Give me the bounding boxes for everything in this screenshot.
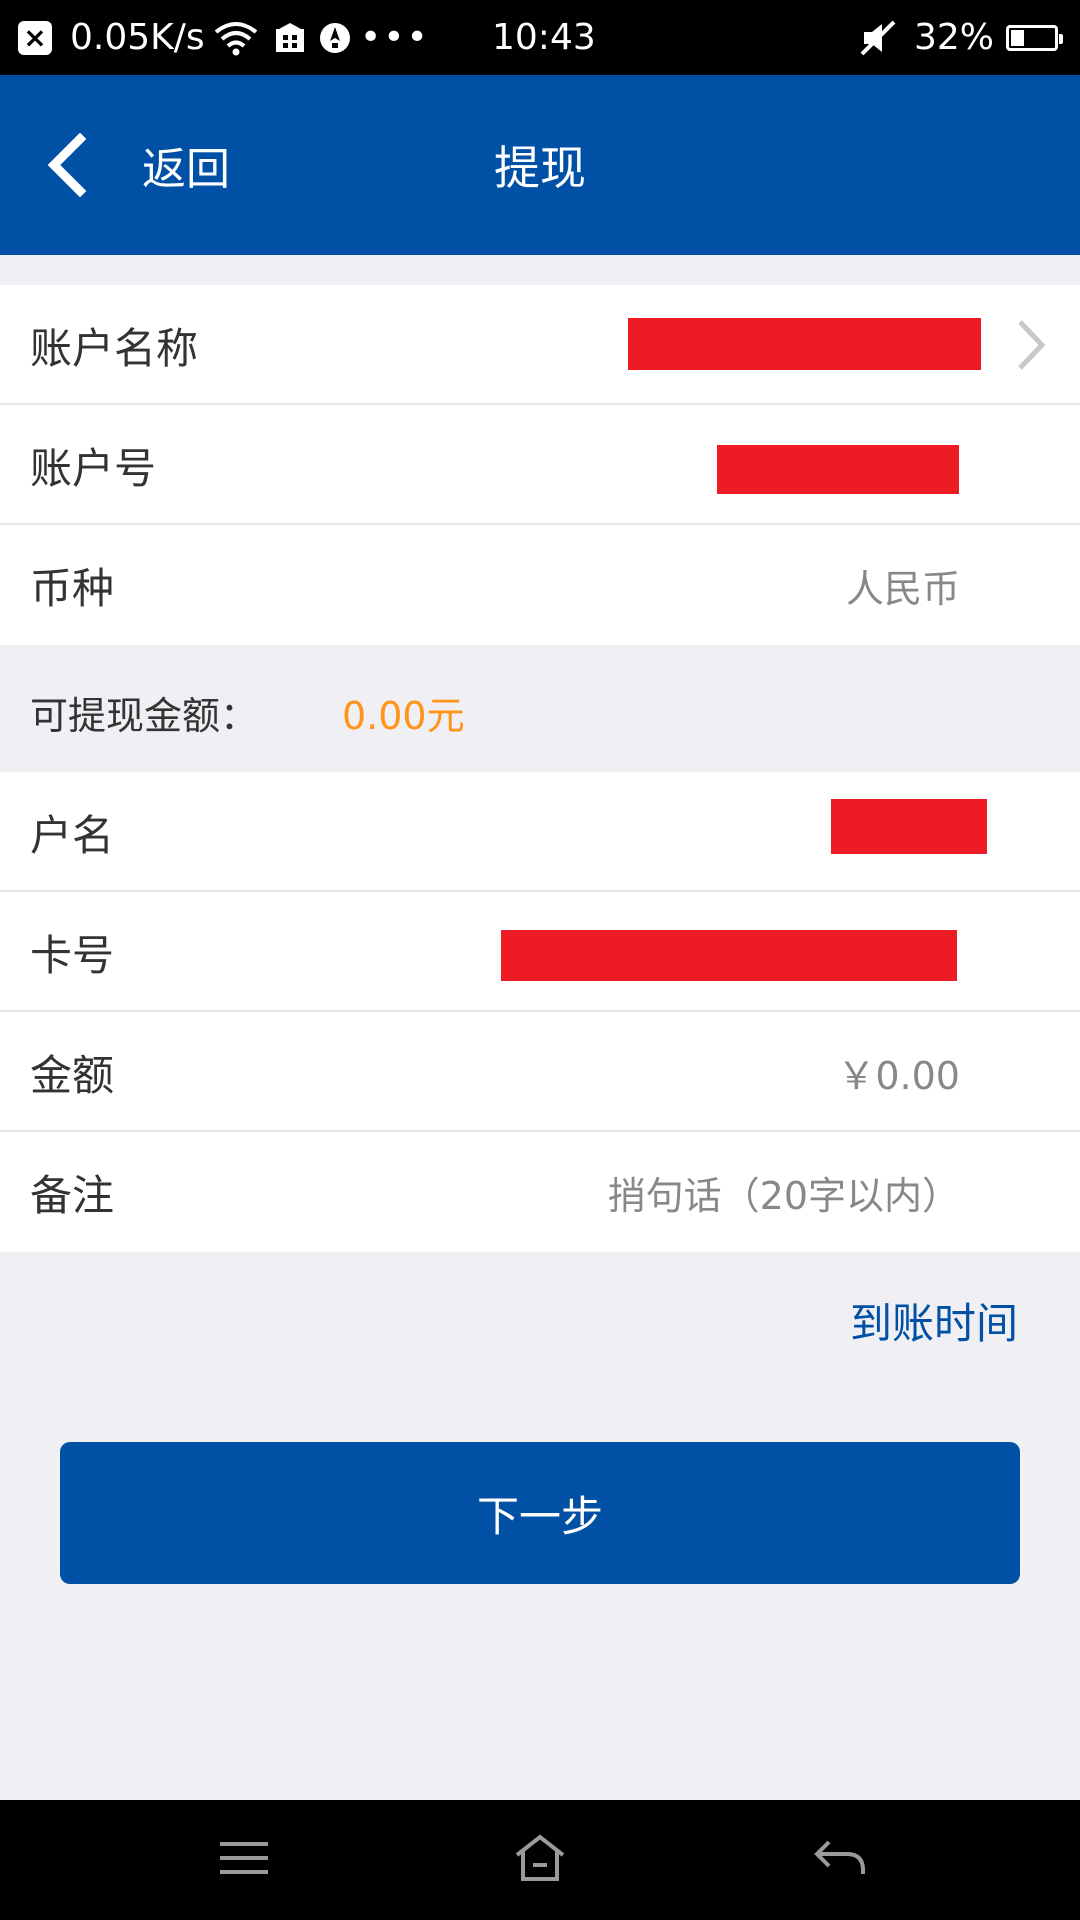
redacted-holder-name (831, 799, 987, 854)
holder-name-row: 户名 (0, 772, 1080, 892)
account-name-label: 账户名称 (30, 323, 199, 373)
card-number-row: 卡号 (0, 892, 1080, 1012)
redacted-card-number (501, 930, 957, 981)
mute-icon (858, 0, 898, 75)
wifi-icon (212, 0, 260, 75)
account-number-row: 账户号 (0, 405, 1080, 525)
home-icon (513, 1833, 567, 1887)
battery-fill (1011, 29, 1024, 46)
store-icon (273, 0, 307, 75)
more-icon: ••• (360, 17, 430, 58)
menu-button[interactable] (184, 1800, 304, 1920)
clock: 10:43 (492, 17, 596, 58)
account-number-label: 账户号 (30, 443, 157, 493)
redacted-account-name (628, 318, 981, 370)
available-balance-label: 可提现金额： (30, 693, 259, 738)
arrival-time-link[interactable]: 到账时间 (850, 1290, 1018, 1350)
available-balance-amount: 0.00元 (342, 693, 465, 738)
status-bar: × 0.05K/s ••• 10:43 32% (0, 0, 1080, 75)
battery-percent: 32% (914, 17, 995, 58)
currency-value: 人民币 (845, 566, 960, 611)
notification-icon (318, 0, 352, 75)
back-nav-button[interactable] (780, 1800, 900, 1920)
redacted-account-number (717, 445, 959, 494)
chevron-right-icon (1006, 285, 1056, 405)
system-nav-bar (0, 1800, 1080, 1920)
back-arrow-icon (813, 1838, 867, 1882)
home-button[interactable] (480, 1800, 600, 1920)
remark-label: 备注 (30, 1170, 115, 1220)
next-step-button[interactable]: 下一步 (60, 1442, 1020, 1584)
account-name-row[interactable]: 账户名称 (0, 285, 1080, 405)
battery-icon (1006, 0, 1063, 75)
page-title: 提现 (494, 141, 586, 195)
network-speed: 0.05K/s (70, 17, 205, 58)
nav-bar: 返回 提现 (0, 75, 1080, 255)
amount-label: 金额 (30, 1050, 115, 1100)
holder-name-label: 户名 (30, 810, 115, 860)
currency-row: 币种 人民币 (0, 525, 1080, 645)
amount-row[interactable]: 金额 ￥0.00 (0, 1012, 1080, 1132)
currency-label: 币种 (30, 563, 115, 613)
card-number-label: 卡号 (30, 930, 115, 980)
available-balance: 可提现金额： 0.00元 (0, 652, 1080, 772)
amount-input[interactable]: ￥0.00 (837, 1012, 960, 1132)
remark-input[interactable]: 捎句话（20字以内） (608, 1132, 960, 1252)
remark-row[interactable]: 备注 捎句话（20字以内） (0, 1132, 1080, 1252)
menu-icon (218, 1839, 270, 1881)
close-icon: × (18, 0, 52, 75)
